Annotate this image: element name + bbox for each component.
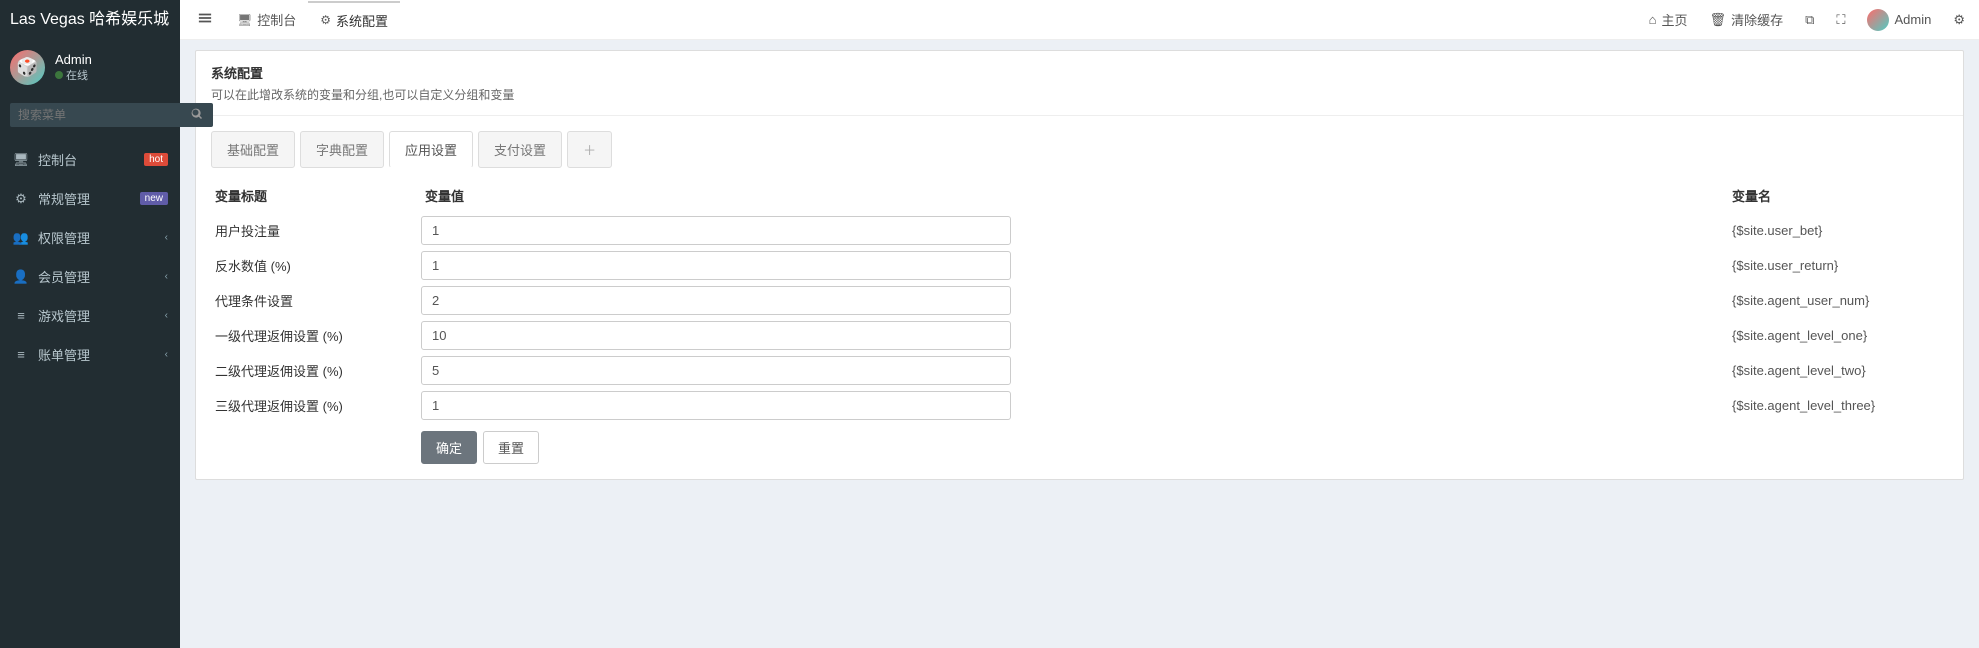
subtabs: 基础配置字典配置应用设置支付设置 ＋ bbox=[211, 131, 1948, 168]
nav-label: 常规管理 bbox=[38, 189, 140, 208]
config-value-input[interactable] bbox=[421, 356, 1011, 385]
main: 🖥 控制台 ⚙ 系统配置 ⌂主页 🗑清除缓存 ⧉ ⛶ Admin ⚙ 系统配置 可以在… bbox=[180, 0, 1979, 648]
user-status: 在线 bbox=[55, 69, 92, 83]
config-row-varname: {$site.agent_user_num} bbox=[1728, 285, 1948, 316]
reset-button[interactable]: 重置 bbox=[483, 431, 539, 464]
chevron-left-icon: ‹ bbox=[165, 232, 168, 243]
config-row-varname: {$site.user_bet} bbox=[1728, 215, 1948, 246]
header-value: 变量值 bbox=[421, 178, 1718, 213]
nav-label: 权限管理 bbox=[38, 228, 165, 247]
config-row-title: 二级代理返佣设置 (%) bbox=[211, 353, 411, 388]
clear-cache-link[interactable]: 🗑清除缓存 bbox=[1706, 6, 1788, 33]
confirm-button[interactable]: 确定 bbox=[421, 431, 477, 464]
trash-icon: 🗑 bbox=[1710, 12, 1727, 28]
nav-label: 控制台 bbox=[38, 150, 144, 169]
user-panel: 🎲 Admin 在线 bbox=[0, 40, 180, 95]
config-value-input[interactable] bbox=[421, 251, 1011, 280]
settings-button[interactable]: ⚙ bbox=[1949, 8, 1969, 32]
content: 系统配置 可以在此增改系统的变量和分组,也可以自定义分组和变量 基础配置字典配置… bbox=[180, 40, 1979, 648]
chevron-left-icon: ‹ bbox=[165, 310, 168, 321]
copy-icon: ⧉ bbox=[1805, 12, 1814, 28]
sidebar-item[interactable]: 👤 会员管理 ‹ bbox=[0, 257, 180, 296]
header-title: 变量标题 bbox=[211, 178, 411, 213]
config-row-varname: {$site.agent_level_one} bbox=[1728, 320, 1948, 351]
config-row-varname: {$site.user_return} bbox=[1728, 250, 1948, 281]
topbar-right: ⌂主页 🗑清除缓存 ⧉ ⛶ Admin ⚙ bbox=[1645, 5, 1969, 35]
nav-icon: 👥 bbox=[12, 230, 30, 246]
sidebar-item[interactable]: 🖥 控制台 hot bbox=[0, 140, 180, 179]
subtab[interactable]: 应用设置 bbox=[389, 131, 473, 168]
config-row-title: 三级代理返佣设置 (%) bbox=[211, 388, 411, 423]
expand-icon: ⛶ bbox=[1836, 12, 1845, 28]
search-icon bbox=[191, 108, 203, 120]
panel-description: 可以在此增改系统的变量和分组,也可以自定义分组和变量 bbox=[211, 86, 1948, 103]
config-table: 变量标题 变量值 变量名 用户投注量 {$site.user_bet} 反水数值 (… bbox=[211, 178, 1948, 464]
nav-badge: hot bbox=[144, 153, 168, 166]
nav-icon: ≡ bbox=[12, 308, 30, 323]
search-button[interactable] bbox=[181, 103, 213, 127]
user-name: Admin bbox=[55, 52, 92, 69]
subtab[interactable]: 基础配置 bbox=[211, 131, 295, 168]
nav-menu: 🖥 控制台 hot ⚙ 常规管理 new 👥 权限管理 ‹👤 会员管理 ‹≡ 游… bbox=[0, 140, 180, 374]
config-row-title: 用户投注量 bbox=[211, 213, 411, 248]
subtab[interactable]: 字典配置 bbox=[300, 131, 384, 168]
config-row-varname: {$site.agent_level_two} bbox=[1728, 355, 1948, 386]
nav-badge: new bbox=[140, 192, 168, 205]
panel-title: 系统配置 bbox=[211, 63, 1948, 82]
topbar: 🖥 控制台 ⚙ 系统配置 ⌂主页 🗑清除缓存 ⧉ ⛶ Admin ⚙ bbox=[180, 0, 1979, 40]
sidebar-item[interactable]: ⚙ 常规管理 new bbox=[0, 179, 180, 218]
config-row-varname: {$site.agent_level_three} bbox=[1728, 390, 1948, 421]
search-form bbox=[0, 95, 180, 135]
status-dot-icon bbox=[55, 71, 63, 79]
user-avatar[interactable]: 🎲 bbox=[10, 50, 45, 85]
nav-icon: 🖥 bbox=[12, 152, 30, 168]
chevron-left-icon: ‹ bbox=[165, 271, 168, 282]
brand-title: Las Vegas 哈希娱乐城 bbox=[0, 0, 180, 40]
top-tabs: 🖥 控制台 ⚙ 系统配置 bbox=[225, 2, 400, 38]
config-value-input[interactable] bbox=[421, 286, 1011, 315]
tab-icon: 🖥 bbox=[237, 13, 252, 27]
toggle-sidebar-button[interactable] bbox=[190, 6, 220, 33]
add-tab-button[interactable]: ＋ bbox=[567, 131, 612, 168]
config-value-input[interactable] bbox=[421, 321, 1011, 350]
config-row-title: 反水数值 (%) bbox=[211, 248, 411, 283]
nav-label: 游戏管理 bbox=[38, 306, 165, 325]
top-tab[interactable]: ⚙ 系统配置 bbox=[308, 1, 400, 38]
config-value-input[interactable] bbox=[421, 391, 1011, 420]
cogs-icon: ⚙ bbox=[1953, 12, 1965, 28]
sidebar-item[interactable]: ≡ 游戏管理 ‹ bbox=[0, 296, 180, 335]
sidebar-item[interactable]: ≡ 账单管理 ‹ bbox=[0, 335, 180, 374]
nav-icon: ≡ bbox=[12, 347, 30, 362]
nav-label: 账单管理 bbox=[38, 345, 165, 364]
top-tab[interactable]: 🖥 控制台 bbox=[225, 2, 308, 38]
fullscreen-button[interactable]: ⛶ bbox=[1832, 8, 1849, 32]
header-name: 变量名 bbox=[1728, 178, 1948, 213]
search-input[interactable] bbox=[10, 103, 181, 127]
copy-button[interactable]: ⧉ bbox=[1801, 8, 1818, 32]
config-panel: 系统配置 可以在此增改系统的变量和分组,也可以自定义分组和变量 基础配置字典配置… bbox=[195, 50, 1964, 480]
config-row-title: 代理条件设置 bbox=[211, 283, 411, 318]
chevron-left-icon: ‹ bbox=[165, 349, 168, 360]
plus-icon: ＋ bbox=[583, 143, 596, 158]
tab-label: 系统配置 bbox=[336, 11, 388, 30]
sidebar-item[interactable]: 👥 权限管理 ‹ bbox=[0, 218, 180, 257]
user-menu[interactable]: Admin bbox=[1863, 5, 1935, 35]
bars-icon bbox=[198, 11, 212, 25]
nav-icon: 👤 bbox=[12, 269, 30, 285]
nav-icon: ⚙ bbox=[12, 191, 30, 207]
nav-label: 会员管理 bbox=[38, 267, 165, 286]
subtab[interactable]: 支付设置 bbox=[478, 131, 562, 168]
config-value-input[interactable] bbox=[421, 216, 1011, 245]
config-row-title: 一级代理返佣设置 (%) bbox=[211, 318, 411, 353]
home-icon: ⌂ bbox=[1649, 12, 1657, 27]
home-link[interactable]: ⌂主页 bbox=[1645, 6, 1692, 33]
tab-label: 控制台 bbox=[257, 10, 296, 29]
avatar-icon bbox=[1867, 9, 1889, 31]
sidebar: Las Vegas 哈希娱乐城 🎲 Admin 在线 🖥 控制台 hot ⚙ 常… bbox=[0, 0, 180, 648]
tab-icon: ⚙ bbox=[320, 13, 331, 27]
